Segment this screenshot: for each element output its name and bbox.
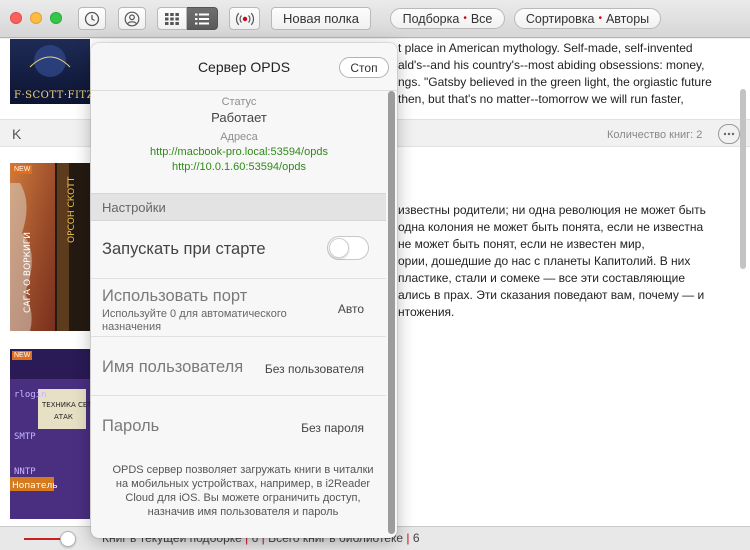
list-icon [195,13,209,24]
section-more-button[interactable] [718,124,740,144]
password-label: Пароль [102,417,160,435]
history-button[interactable] [78,7,106,30]
description-line: известны родители; ни одна революция не … [398,203,706,217]
description-line: ались в прах. Эти сказания поведают вам,… [398,288,705,302]
launch-at-start-row: Запускать при старте [91,222,386,279]
saga-cover-art: САГА О ВОРКИГИ ОРСОН СКОТТ [10,163,90,331]
clock-icon [84,11,100,26]
zoom-slider-knob[interactable] [60,531,76,547]
description-line: ald's--and his country's--most abiding o… [398,58,705,72]
status-separator: | [406,531,410,545]
password-row[interactable]: Пароль Без пароля [91,397,386,455]
popover-header: Сервер OPDS Стоп [91,43,397,91]
description-line: нтожения. [398,305,455,319]
selection-dot: • [463,13,467,24]
library-scrollbar[interactable] [740,89,746,269]
grid-view-button[interactable] [157,7,187,30]
port-label: Использовать порт [102,287,248,305]
opds-server-button[interactable] [229,7,260,30]
book-cover-saga[interactable]: САГА О ВОРКИГИ ОРСОН СКОТТ NEW [10,163,90,331]
stop-server-button[interactable]: Стоп [339,57,389,78]
library-books-count: 6 [412,531,420,545]
new-shelf-button[interactable]: Новая полка [271,7,371,30]
new-badge: NEW [12,351,33,360]
status-value: Работает [211,110,267,125]
svg-text:ОРСОН СКОТТ: ОРСОН СКОТТ [67,176,77,243]
tech-cover-art: ТЕХНИКА СЕТЕВ. АТАК rlogin SMTP NNTP Ноп… [10,349,103,519]
selection-value: Все [470,11,493,26]
launch-at-start-label: Запускать при старте [102,240,266,258]
description-line: then, but that's no matter--tomorrow we … [398,92,684,106]
account-button[interactable] [118,7,146,30]
new-shelf-label: Новая полка [282,11,360,26]
description-line: ngs. "Gatsby believed in the green light… [398,75,712,89]
description-line: ории, дошедшие до нас с планеты Капитоли… [398,254,691,268]
address-label: Адреса [220,131,258,143]
svg-text:ТЕХНИКА СЕТЕВ.: ТЕХНИКА СЕТЕВ. [41,401,90,409]
description-line: пластике, стали и сомеке — все эти соста… [398,271,686,285]
book-cover-tech[interactable]: ТЕХНИКА СЕТЕВ. АТАК rlogin SMTP NNTP Ноп… [10,349,103,519]
launch-at-start-toggle[interactable] [327,236,369,260]
window-minimize-button[interactable] [30,12,42,24]
settings-header-label: Настройки [102,200,166,215]
server-status-block: Статус Работает Адреса http://macbook-pr… [91,95,387,175]
selection-filter-button[interactable]: Подборка • Все [390,8,505,29]
svg-text:САГА О ВОРКИГИ: САГА О ВОРКИГИ [23,232,33,313]
description-line: t place in American mythology. Self-made… [398,41,693,55]
svg-text:NNTP: NNTP [14,467,36,477]
cover-column: F·SCOTT·FITZGE САГА О ВОРКИГИ ОРСОН СКОТ… [0,39,110,526]
section-books-count: Количество книг: 2 [607,129,703,141]
opds-description: OPDS сервер позволяет загружать книги в … [112,464,374,518]
username-label: Имя пользователя [102,358,244,376]
svg-text:SMTP: SMTP [14,432,36,442]
stop-label: Стоп [350,60,378,75]
server-address-link[interactable]: http://10.0.1.60:53594/opds [91,160,387,175]
port-value: Авто [337,302,364,316]
status-label: Статус [221,96,257,108]
selection-label: Подборка [402,11,460,26]
server-address-link[interactable]: http://macbook-pro.local:53594/opds [91,145,387,160]
svg-text:АТАК: АТАК [54,413,73,421]
list-view-button[interactable] [187,7,218,30]
person-circle-icon [124,11,140,26]
broadcast-icon [235,12,254,25]
book-cover-gatsby[interactable]: F·SCOTT·FITZGE [10,39,110,104]
grid-icon [165,12,179,25]
sort-label: Сортировка [525,11,595,26]
sort-value: Авторы [605,11,650,26]
ellipsis-icon [723,132,735,136]
svg-text:rlogin: rlogin [14,390,47,400]
section-letter: K [12,126,22,142]
svg-text:Нопатель: Нопатель [12,481,58,491]
settings-section-header: Настройки [91,193,386,221]
sort-dot: • [598,13,602,24]
new-badge: NEW [12,165,33,174]
sort-button[interactable]: Сортировка • Авторы [514,8,661,29]
password-value: Без пароля [301,421,364,435]
port-row[interactable]: Использовать порт Используйте 0 для авто… [91,280,386,337]
username-row[interactable]: Имя пользователя Без пользователя [91,338,386,396]
port-hint: Используйте 0 для автоматического назнач… [102,308,287,333]
popover-scrollbar[interactable] [388,91,395,534]
toolbar: Новая полка Подборка • Все Сортировка • … [0,0,750,38]
window-close-button[interactable] [10,12,22,24]
window-zoom-button[interactable] [50,12,62,24]
username-value: Без пользователя [264,362,364,376]
opds-server-popover: Сервер OPDS Стоп Статус Работает Адреса … [91,43,397,538]
description-line: одна колония не может быть понята, если … [398,220,704,234]
toggle-knob [329,238,349,258]
description-line: не может быть понят, если не известен ми… [398,237,645,251]
